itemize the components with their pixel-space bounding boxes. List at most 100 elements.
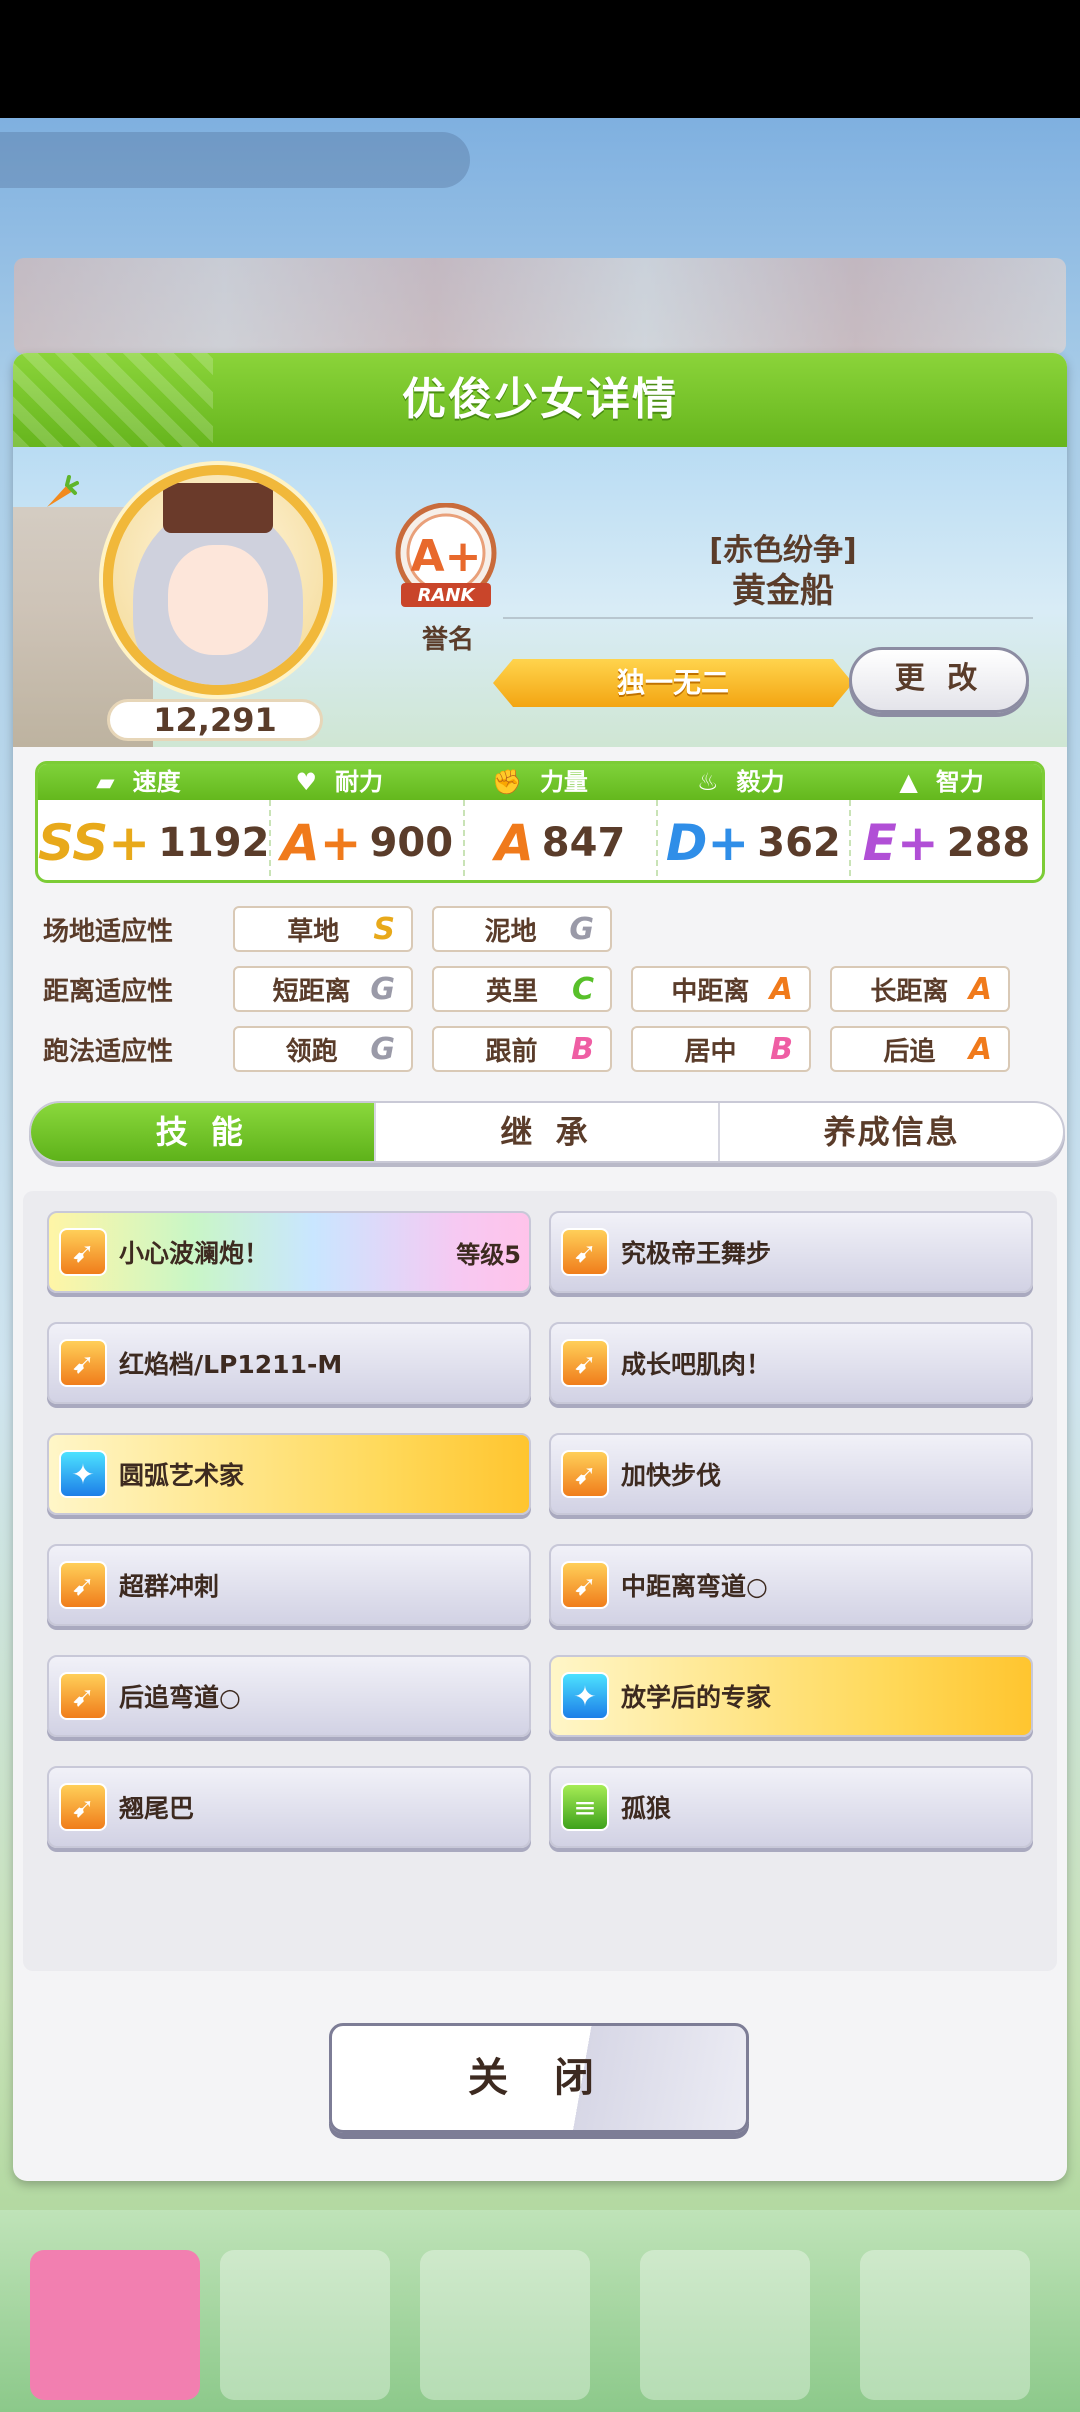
skill-item[interactable]: ➹ 翘尾巴: [47, 1766, 531, 1848]
aptitude-distance-item: 长距离 A: [830, 966, 1010, 1012]
stat-value: 1192: [158, 820, 270, 866]
skill-icon: ➹: [561, 1228, 609, 1276]
skills-list: ➹ 小心波澜炮！ 等级5 ➹ 究极帝王舞步 ➹ 红焰档/LP1211-M ➹ 成长吧肌肉！ ✦ 圆弧…: [23, 1191, 1057, 1971]
tab-skills[interactable]: 技 能: [31, 1103, 376, 1161]
character-detail-dialog: 优俊少女详情 12,291 A+ RANK 誉名 [赤色纷争] 黄金船 独一无二…: [13, 353, 1067, 2181]
stat-header: ▰ 速度: [38, 764, 239, 800]
skill-name: 圆弧艺术家: [119, 1461, 245, 1490]
aptitude-strategy-item: 跟前 B: [432, 1026, 612, 1072]
skill-name: 超群冲刺: [119, 1572, 220, 1601]
rank-badge-icon: A+ RANK: [395, 503, 497, 607]
stat-grade: SS+: [38, 814, 151, 872]
background-notice-bar: [0, 132, 470, 188]
stat-value-cell: E+ 288: [851, 800, 1042, 880]
stat-value-cell: A+ 900: [271, 800, 465, 880]
skill-icon: ➹: [561, 1561, 609, 1609]
skill-icon: ➹: [59, 1783, 107, 1831]
rank-word: RANK: [418, 585, 477, 606]
aptitude-distance-item: 英里 C: [432, 966, 612, 1012]
change-title-button[interactable]: 更 改: [849, 647, 1029, 713]
aptitude-grade: A: [968, 971, 992, 1007]
skill-icon: ✦: [561, 1672, 609, 1720]
aptitude-grade: G: [569, 911, 594, 947]
aptitude-name: 英里: [485, 976, 538, 1007]
aptitude-grade: A: [769, 971, 793, 1007]
skill-name: 加快步伐: [621, 1461, 722, 1490]
skill-item[interactable]: ➹ 超群冲刺: [47, 1544, 531, 1626]
aptitude-label: 距离适应性: [43, 976, 174, 1007]
stats-table: ▰ 速度 ♥ 耐力 ✊ 力量 ♨ 毅力 ▲ 智力 SS+ 1192 A+ 900 A 847 D+ 362 E+ 2…: [35, 761, 1045, 883]
aptitude-grade: S: [373, 911, 395, 947]
skill-item[interactable]: ➹ 中距离弯道○: [549, 1544, 1033, 1626]
skill-item[interactable]: ➹ 成长吧肌肉！: [549, 1322, 1033, 1404]
skill-icon: ➹: [561, 1339, 609, 1387]
aptitude-grade: C: [571, 971, 594, 1007]
character-name: 黄金船: [732, 571, 834, 611]
stat-label: 力量: [539, 768, 588, 796]
skill-item[interactable]: ✦ 放学后的专家: [549, 1655, 1033, 1737]
stat-grade: E+: [862, 814, 939, 872]
skill-item[interactable]: ➹ 红焰档/LP1211-M: [47, 1322, 531, 1404]
aptitude-strategy-item: 领跑 G: [233, 1026, 413, 1072]
skill-name: 成长吧肌肉！: [621, 1350, 772, 1379]
dialog-header: 优俊少女详情: [13, 353, 1067, 447]
skill-name: 孤狼: [621, 1794, 672, 1823]
skill-name: 中距离弯道○: [621, 1572, 768, 1601]
dialog-title: 优俊少女详情: [402, 374, 678, 425]
skill-name: 小心波澜炮！: [119, 1239, 270, 1268]
aptitude-strategy-item: 居中 B: [631, 1026, 811, 1072]
tab-inheritance[interactable]: 继 承: [376, 1103, 721, 1161]
skill-item[interactable]: ➹ 究极帝王舞步: [549, 1211, 1033, 1293]
stat-grade: A+: [280, 814, 362, 872]
close-button[interactable]: 关 闭: [329, 2023, 749, 2133]
skill-item[interactable]: ➹ 后追弯道○: [47, 1655, 531, 1737]
skill-name: 翘尾巴: [119, 1794, 195, 1823]
skill-icon: ➹: [59, 1561, 107, 1609]
aptitude-label: 场地适应性: [43, 916, 174, 947]
stat-label: 耐力: [334, 768, 383, 796]
background-character-strip: [14, 258, 1066, 354]
aptitude-distance-item: 短距离 G: [233, 966, 413, 1012]
aptitude-label: 跑法适应性: [43, 1036, 174, 1067]
stat-value: 900: [369, 820, 454, 866]
aptitude-track-item: 泥地 G: [432, 906, 612, 952]
stat-header: ♥ 耐力: [239, 764, 440, 800]
skill-item[interactable]: ➹ 加快步伐: [549, 1433, 1033, 1515]
stat-header: ♨ 毅力: [640, 764, 841, 800]
skill-item[interactable]: ✦ 圆弧艺术家: [47, 1433, 531, 1515]
stat-label: 速度: [132, 768, 181, 796]
shoe-icon: ▰: [96, 768, 115, 796]
skill-icon: ➹: [59, 1339, 107, 1387]
character-portrait[interactable]: [103, 465, 333, 695]
skill-name: 放学后的专家: [621, 1683, 772, 1712]
aptitude-grade: B: [770, 1031, 793, 1067]
stat-label: 毅力: [736, 768, 785, 796]
stat-label: 智力: [935, 768, 984, 796]
aptitude-name: 长距离: [870, 976, 949, 1007]
arm-icon: ✊: [492, 768, 522, 796]
stat-grade: A: [495, 814, 534, 872]
mortarboard-icon: ▲: [899, 768, 918, 796]
aptitude-grade: A: [968, 1031, 992, 1067]
strategy-aptitude-row: 跑法适应性 领跑 G 跟前 B 居中 B 后追 A: [43, 1025, 1029, 1073]
stat-header: ✊ 力量: [440, 764, 641, 800]
rank-label: 誉名: [421, 625, 474, 655]
aptitude-name: 中距离: [671, 976, 750, 1007]
distance-aptitude-row: 距离适应性 短距离 G 英里 C 中距离 A 长距离 A: [43, 965, 1029, 1013]
rank-grade: A+: [411, 531, 482, 582]
aptitude-distance-item: 中距离 A: [631, 966, 811, 1012]
stat-grade: D+: [665, 814, 750, 872]
skill-item[interactable]: ➹ 小心波澜炮！ 等级5: [47, 1211, 531, 1293]
skill-icon: ➹: [561, 1450, 609, 1498]
carrot-icon: [47, 475, 79, 507]
stat-value-cell: SS+ 1192: [38, 800, 272, 880]
skill-icon: ➹: [59, 1228, 107, 1276]
skill-icon: ≡: [561, 1783, 609, 1831]
aptitude-track-item: 草地 S: [233, 906, 413, 952]
detail-tabs: 技 能 继 承 养成信息: [29, 1101, 1065, 1163]
tab-training-info[interactable]: 养成信息: [720, 1103, 1063, 1161]
skill-level: 等级5: [456, 1240, 521, 1269]
stat-value-cell: A 847: [465, 800, 658, 880]
skill-item[interactable]: ≡ 孤狼: [549, 1766, 1033, 1848]
aptitude-name: 草地: [287, 916, 340, 947]
